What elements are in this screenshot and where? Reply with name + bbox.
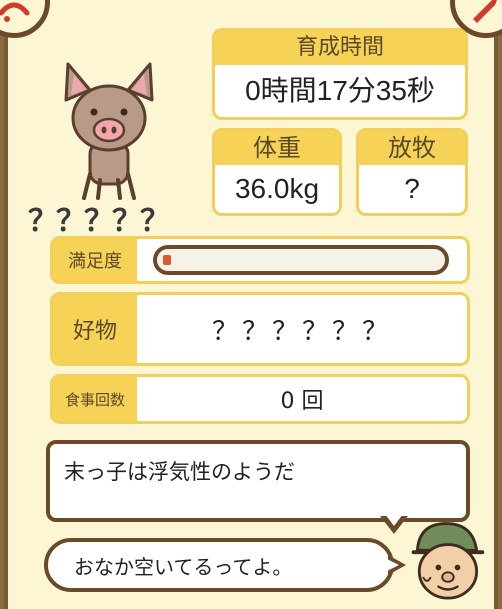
favorite-value: ？？？？？？ [137,295,467,363]
weight-label: 体重 [215,131,339,165]
pig-icon [64,62,154,200]
growth-time-value: 0時間17分35秒 [215,65,465,117]
pig-name: ？？？？？ [28,204,170,239]
trait-bubble-tail-inner [385,514,403,526]
favorite-row: 好物 ？？？？？？ [50,292,470,366]
pasture-card: 放牧 ? [356,128,468,216]
meal-count-label: 食事回数 [53,377,137,421]
farmer-icon [411,522,485,600]
satisfaction-row: 満足度 [50,236,470,284]
pasture-label: 放牧 [359,131,465,165]
rope-badge-button[interactable] [0,0,50,38]
pasture-value: ? [359,165,465,213]
weight-card: 体重 36.0kg [212,128,342,216]
satisfaction-meter [137,239,467,281]
satisfaction-label: 満足度 [53,239,137,281]
status-panel: ？？？？？ 育成時間 0時間17分35秒 体重 36.0kg 放牧 ? 満足度 … [0,0,502,609]
meal-count-row: 食事回数 0 回 [50,374,470,424]
favorite-label: 好物 [53,295,137,363]
satisfaction-bar [153,245,449,275]
hint-bubble-tail-inner [387,559,399,571]
growth-time-label: 育成時間 [215,31,465,65]
knife-icon [473,0,497,23]
weight-value: 36.0kg [215,165,339,213]
satisfaction-bar-fill [163,255,171,265]
hint-message-bubble: おなか空いてるってよ。 [44,538,394,592]
rope-icon [0,2,30,22]
growth-time-card: 育成時間 0時間17分35秒 [212,28,468,120]
trait-message-bubble: 末っ子は浮気性のようだ [46,440,470,522]
meal-count-value: 0 回 [137,377,467,421]
